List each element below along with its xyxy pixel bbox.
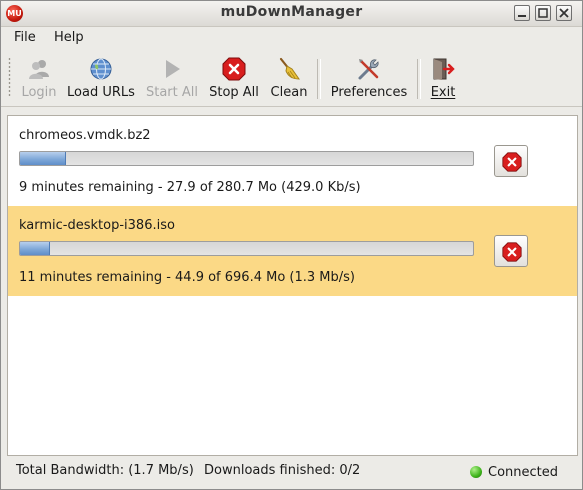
login-button[interactable]: Login [19,53,59,103]
exit-label: Exit [430,85,456,100]
close-icon [559,8,569,18]
download-progress-bar [19,241,474,256]
download-item[interactable]: karmic-desktop-i386.iso 11 minutes remai… [8,206,577,296]
stop-all-button[interactable]: Stop All [206,53,262,103]
load-urls-button[interactable]: Load URLs [65,53,137,103]
toolbar: Login Load URLs Start All Stop All Clean… [1,49,582,107]
login-label: Login [21,85,57,100]
download-status: 9 minutes remaining - 27.9 of 280.7 Mo (… [19,180,361,195]
close-button[interactable] [556,5,572,21]
maximize-button[interactable] [535,5,551,21]
menu-bar: File Help [1,27,582,48]
exit-door-icon [433,58,455,80]
preferences-label: Preferences [330,85,408,100]
download-progress-bar [19,151,474,166]
status-bar: Total Bandwidth: (1.7 Mb/s) Downloads fi… [1,459,582,489]
cancel-download-button[interactable] [494,235,528,267]
title-bar[interactable]: MU muDownManager [1,1,582,27]
preferences-button[interactable]: Preferences [328,53,410,103]
stop-icon [222,57,246,81]
download-status: 11 minutes remaining - 44.9 of 696.4 Mo … [19,270,355,285]
window-title: muDownManager [220,4,363,20]
stop-icon [502,152,522,172]
toolbar-separator [317,59,321,99]
clean-label: Clean [270,85,308,100]
broom-icon [279,57,300,80]
menu-file[interactable]: File [14,30,36,45]
toolbar-separator [417,59,421,99]
download-progress-fill [20,242,50,255]
connection-status: Connected [488,465,559,480]
downloads-list[interactable]: chromeos.vmdk.bz2 9 minutes remaining - … [7,115,578,456]
users-icon [29,60,49,79]
stop-icon [502,242,522,262]
clean-button[interactable]: Clean [267,53,311,103]
play-icon [166,60,180,78]
download-progress-fill [20,152,66,165]
minimize-button[interactable] [514,5,530,21]
globe-icon [90,58,112,80]
stop-all-label: Stop All [209,85,259,100]
exit-button[interactable]: Exit [427,53,459,103]
app-window: MU muDownManager File Help Login Load UR… [0,0,583,490]
load-urls-label: Load URLs [67,85,135,100]
total-bandwidth: Total Bandwidth: (1.7 Mb/s) [16,463,194,478]
tools-icon [358,59,379,80]
downloads-finished: Downloads finished: 0/2 [204,463,361,478]
download-filename: karmic-desktop-i386.iso [19,218,175,233]
minimize-icon [518,15,526,17]
download-item[interactable]: chromeos.vmdk.bz2 9 minutes remaining - … [8,116,577,206]
cancel-download-button[interactable] [494,145,528,177]
start-all-label: Start All [145,85,198,100]
menu-help[interactable]: Help [54,30,84,45]
maximize-icon [538,8,548,18]
download-filename: chromeos.vmdk.bz2 [19,128,151,143]
start-all-button[interactable]: Start All [144,53,200,103]
toolbar-grip[interactable] [8,57,11,97]
connected-indicator-icon [470,466,482,478]
